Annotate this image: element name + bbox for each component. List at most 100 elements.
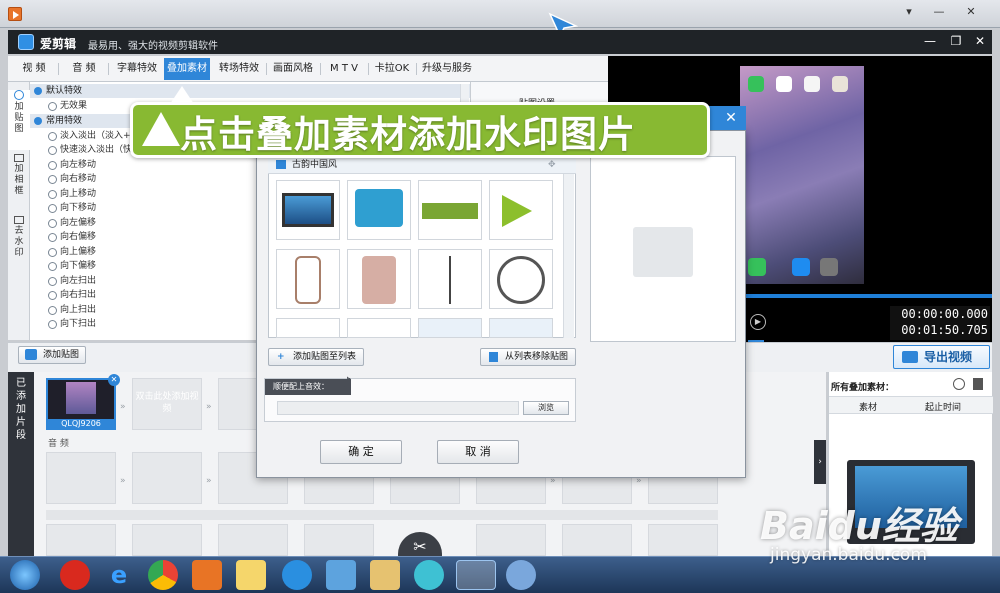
trash-icon[interactable] xyxy=(973,378,983,390)
sticker-speech-bubble[interactable] xyxy=(347,180,411,240)
effect-item[interactable]: 向下扫出 xyxy=(48,317,96,331)
side-panel-toggle[interactable]: › xyxy=(814,440,826,484)
app-red-icon[interactable] xyxy=(60,560,90,590)
audio-slot[interactable] xyxy=(46,452,116,504)
move-icon[interactable]: ✥ xyxy=(548,156,556,174)
sticker-green-bar[interactable] xyxy=(418,180,482,240)
effect-item[interactable]: 向右扫出 xyxy=(48,288,96,302)
track-slot[interactable] xyxy=(218,524,288,556)
track-slot[interactable] xyxy=(132,524,202,556)
tab-upgrade-service[interactable]: 升级与服务 xyxy=(418,56,476,82)
dropdown-icon[interactable]: ▾ xyxy=(900,4,918,20)
phone-icon xyxy=(748,258,766,276)
sticker-item[interactable] xyxy=(347,318,411,338)
effect-item[interactable]: 向左扫出 xyxy=(48,274,96,288)
photos-icon xyxy=(804,76,820,92)
sticker-laptop[interactable] xyxy=(276,180,340,240)
explorer-icon[interactable] xyxy=(370,560,400,590)
folder-note-icon[interactable] xyxy=(236,560,266,590)
main-tabs: 视 频 音 频 字幕特效 叠加素材 转场特效 画面风格 M T V 卡拉OK 升… xyxy=(8,56,608,82)
dialog-close-icon[interactable]: ✕ xyxy=(722,109,740,127)
chevron-right-icon: » xyxy=(120,476,126,486)
effect-item[interactable]: 向下偏移 xyxy=(48,259,96,273)
player-app-icon[interactable] xyxy=(8,7,22,21)
play-icon[interactable]: ▶ xyxy=(750,314,766,330)
effect-item[interactable]: 向下移动 xyxy=(48,201,96,215)
sticker-item[interactable] xyxy=(276,318,340,338)
effect-item[interactable]: 向上移动 xyxy=(48,187,96,201)
sticker-ink-brush[interactable] xyxy=(347,249,411,309)
gallery-scrollbar[interactable] xyxy=(563,174,574,338)
tab-video[interactable]: 视 频 xyxy=(14,56,54,82)
effect-item[interactable]: 向上扫出 xyxy=(48,303,96,317)
tab-karaoke[interactable]: 卡拉OK xyxy=(370,56,414,82)
effect-item[interactable]: 向右移动 xyxy=(48,172,96,186)
effect-item[interactable]: 向右偏移 xyxy=(48,230,96,244)
pinwheel-icon[interactable] xyxy=(414,560,444,590)
rail-add-sticker[interactable]: 加贴图 xyxy=(8,90,30,150)
triangle-icon xyxy=(142,112,180,146)
tab-mtv[interactable]: M T V xyxy=(322,56,366,82)
effect-item[interactable]: 向上偏移 xyxy=(48,245,96,259)
remove-from-list-label: 从列表移除贴图 xyxy=(505,352,569,362)
music-note-icon: ♪ xyxy=(343,375,352,391)
close-icon[interactable]: ✕ xyxy=(972,34,988,48)
aijianji-icon[interactable] xyxy=(456,560,496,590)
progress-track[interactable] xyxy=(744,294,992,298)
timeline-scrollbar[interactable] xyxy=(46,510,718,520)
col-time: 起止时间 xyxy=(925,403,962,413)
track-slot[interactable] xyxy=(562,524,632,556)
chevron-right-icon: » xyxy=(206,476,212,486)
sticker-item[interactable] xyxy=(489,318,553,338)
audio-slot[interactable] xyxy=(132,452,202,504)
player-icon[interactable] xyxy=(192,560,222,590)
effect-item[interactable]: 淡入淡出（淡入+ xyxy=(48,129,131,143)
tab-audio[interactable]: 音 频 xyxy=(64,56,104,82)
track-slot[interactable] xyxy=(304,524,374,556)
track-slot[interactable] xyxy=(46,524,116,556)
track-slot[interactable] xyxy=(476,524,546,556)
add-video-placeholder[interactable]: 双击此处添加视频 xyxy=(132,378,202,430)
clip-remove-icon[interactable]: ✕ xyxy=(108,374,120,386)
effect-item[interactable]: 向左移动 xyxy=(48,158,96,172)
ie-icon[interactable]: e xyxy=(104,560,134,590)
add-sticker-button[interactable]: 添加贴图 xyxy=(18,346,86,364)
tab-transition-effects[interactable]: 转场特效 xyxy=(214,56,264,82)
start-orb-icon[interactable] xyxy=(10,560,40,590)
chrome-icon[interactable] xyxy=(148,560,178,590)
minimize-icon[interactable]: — xyxy=(922,34,938,48)
sticker-scroll[interactable] xyxy=(276,249,340,309)
screen-icon[interactable] xyxy=(326,560,356,590)
effect-none[interactable]: 无效果 xyxy=(48,99,87,113)
sticker-green-arrow[interactable] xyxy=(489,180,553,240)
ok-button[interactable]: 确 定 xyxy=(320,440,402,464)
rail-add-frame-label: 加相框 xyxy=(14,164,24,196)
track-slot[interactable] xyxy=(648,524,718,556)
sticker-item[interactable] xyxy=(418,318,482,338)
remove-from-list-button[interactable]: 从列表移除贴图 xyxy=(480,348,576,366)
back-icon[interactable] xyxy=(953,378,965,390)
add-to-list-button[interactable]: + 添加贴图至列表 xyxy=(268,348,364,366)
cancel-button[interactable]: 取 消 xyxy=(437,440,519,464)
clip-thumbnail[interactable]: QLQJ9206 xyxy=(46,378,116,430)
tab-picture-style[interactable]: 画面风格 xyxy=(268,56,318,82)
export-video-button[interactable]: 导出视频 xyxy=(893,345,990,369)
effect-item[interactable]: 向左偏移 xyxy=(48,216,96,230)
tab-subtitle-effects[interactable]: 字幕特效 xyxy=(112,56,162,82)
maximize-icon[interactable]: ❐ xyxy=(948,34,964,48)
minimize-icon[interactable]: — xyxy=(930,4,948,20)
paint-icon[interactable] xyxy=(506,560,536,590)
effect-item[interactable]: 快速淡入淡出（快 xyxy=(48,143,132,157)
browser-icon[interactable] xyxy=(282,560,312,590)
app-icon xyxy=(832,76,848,92)
effects-group-default[interactable]: 默认特效 xyxy=(30,84,470,98)
close-icon[interactable]: ✕ xyxy=(962,4,980,20)
tab-overlay-material[interactable]: 叠加素材 xyxy=(164,58,210,80)
sound-path-input[interactable] xyxy=(277,401,519,415)
rail-remove-watermark[interactable]: 去水印 xyxy=(8,216,30,276)
rail-remove-watermark-label: 去水印 xyxy=(14,226,24,258)
browse-button[interactable]: 浏览 xyxy=(523,401,569,415)
sticker-branch[interactable] xyxy=(418,249,482,309)
sticker-floral-circle[interactable] xyxy=(489,249,553,309)
rail-add-frame[interactable]: 加相框 xyxy=(8,154,30,214)
